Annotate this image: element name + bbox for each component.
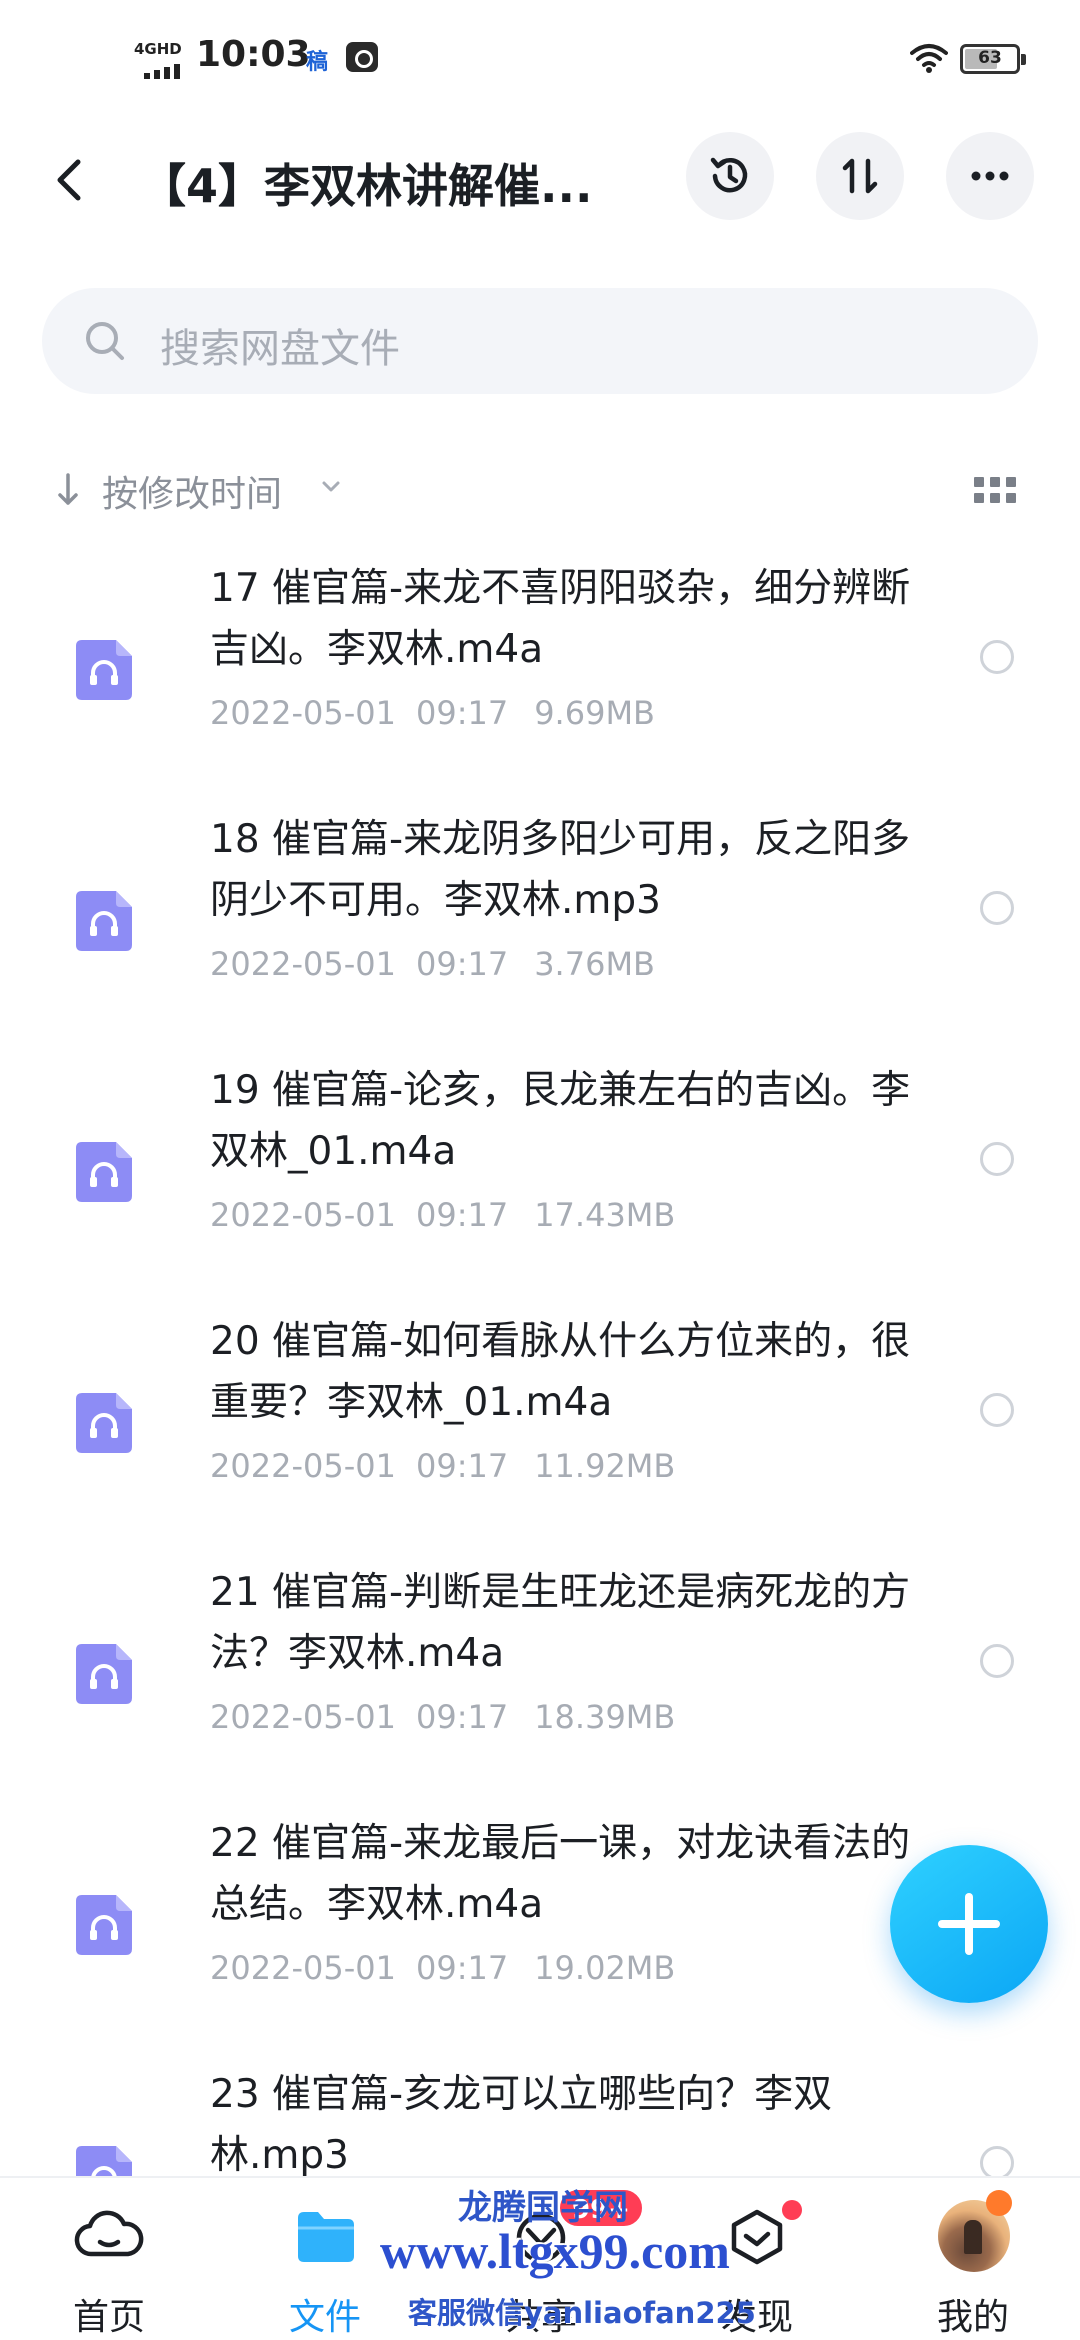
- file-row[interactable]: 21 催官篇-判断是生旺龙还是病死龙的方法？李双林.m4a 2022-05-01 0…: [0, 1552, 1080, 1803]
- discover-icon: [731, 2209, 783, 2265]
- file-date: 2022-05-01: [210, 1196, 396, 1234]
- file-name: 21 催官篇-判断是生旺龙还是病死龙的方法？李双林.m4a: [210, 1570, 911, 1676]
- nav-me[interactable]: 我的: [898, 2178, 1048, 2340]
- nav-discover[interactable]: 发现: [682, 2178, 832, 2340]
- grid-view-icon[interactable]: [974, 477, 1018, 507]
- file-row[interactable]: 19 催官篇-论亥，艮龙兼左右的吉凶。李双林_01.m4a 2022-05-01 0…: [0, 1050, 1080, 1301]
- nav-home[interactable]: 首页: [34, 2178, 184, 2340]
- audio-file-icon: [76, 1142, 132, 1202]
- battery-level: 63: [978, 48, 1002, 68]
- file-size: 18.39MB: [534, 1698, 676, 1736]
- file-size: 19.02MB: [534, 1949, 676, 1987]
- file-time: 09:17: [415, 1447, 509, 1485]
- bottom-nav: 首页 文件 99+ 共享 发现 我的: [0, 2176, 1080, 2340]
- search-placeholder: 搜索网盘文件: [160, 326, 400, 372]
- nav-files[interactable]: 文件: [250, 2178, 400, 2340]
- sort-swap-icon: [842, 158, 878, 194]
- file-meta: 2022-05-01 09:17 19.02MB: [210, 1949, 675, 1987]
- discover-dot: [782, 2200, 802, 2220]
- file-time: 09:17: [415, 694, 509, 732]
- file-time: 09:17: [415, 945, 509, 983]
- file-size: 3.76MB: [534, 945, 655, 983]
- folder-icon: [298, 2212, 354, 2262]
- more-button[interactable]: [946, 132, 1034, 220]
- more-icon: [971, 171, 1009, 181]
- select-checkbox[interactable]: [980, 640, 1014, 674]
- add-button[interactable]: [890, 1845, 1048, 2003]
- select-checkbox[interactable]: [980, 1142, 1014, 1176]
- back-arrow-icon[interactable]: [40, 148, 100, 212]
- file-name: 20 催官篇-如何看脉从什么方位来的，很重要？李双林_01.m4a: [210, 1319, 911, 1425]
- history-icon: [710, 157, 748, 193]
- select-checkbox[interactable]: [980, 891, 1014, 925]
- file-name: 17 催官篇-来龙不喜阴阳驳杂，细分辨断吉凶。李双林.m4a: [210, 566, 911, 672]
- file-name: 19 催官篇-论亥，艮龙兼左右的吉凶。李双林_01.m4a: [210, 1068, 911, 1174]
- file-name: 18 催官篇-来龙阴多阳少可用，反之阳多阴少不可用。李双林.mp3: [210, 817, 911, 923]
- file-date: 2022-05-01: [210, 945, 396, 983]
- page-title: 【4】李双林讲解催...: [140, 159, 593, 213]
- select-checkbox[interactable]: [980, 1644, 1014, 1678]
- search-icon: [86, 322, 124, 360]
- file-date: 2022-05-01: [210, 1447, 396, 1485]
- file-date: 2022-05-01: [210, 1698, 396, 1736]
- signal-icon: 4GHD: [134, 40, 186, 79]
- file-date: 2022-05-01: [210, 694, 396, 732]
- select-checkbox[interactable]: [980, 1393, 1014, 1427]
- audio-file-icon: [76, 1895, 132, 1955]
- file-meta: 2022-05-01 09:17 18.39MB: [210, 1698, 675, 1736]
- file-meta: 2022-05-01 09:17 11.92MB: [210, 1447, 675, 1485]
- file-size: 9.69MB: [534, 694, 655, 732]
- audio-file-icon: [76, 640, 132, 700]
- share-badge: 99+: [558, 2188, 644, 2228]
- network-type: 4GHD: [134, 40, 182, 58]
- file-time: 09:17: [415, 1949, 509, 1987]
- file-row[interactable]: 17 催官篇-来龙不喜阴阳驳杂，细分辨断吉凶。李双林.m4a 2022-05-01…: [0, 548, 1080, 799]
- search-input[interactable]: 搜索网盘文件: [42, 288, 1038, 394]
- file-size: 17.43MB: [534, 1196, 676, 1234]
- sort-order-dropdown[interactable]: 按修改时间: [102, 465, 282, 517]
- status-time: 10:03: [196, 34, 311, 75]
- gallery-notification-icon: [346, 42, 378, 72]
- file-name: 23 催官篇-亥龙可以立哪些向？李双林.mp3: [210, 2072, 833, 2178]
- file-meta: 2022-05-01 09:17 17.43MB: [210, 1196, 675, 1234]
- file-meta: 2022-05-01 09:17 9.69MB: [210, 694, 655, 732]
- audio-file-icon: [76, 891, 132, 951]
- avatar-decoration-icon: [986, 2190, 1012, 2216]
- audio-file-icon: [76, 1393, 132, 1453]
- file-size: 11.92MB: [534, 1447, 676, 1485]
- history-button[interactable]: [686, 132, 774, 220]
- nav-home-label: 首页: [72, 2297, 145, 2338]
- nav-files-label: 文件: [288, 2297, 361, 2338]
- file-time: 09:17: [415, 1698, 509, 1736]
- status-bar: 4GHD 10:03 稿 63: [0, 0, 1080, 120]
- file-meta: 2022-05-01 09:17 3.76MB: [210, 945, 655, 983]
- sort-bar: 按修改时间: [0, 455, 1080, 525]
- file-row[interactable]: 18 催官篇-来龙阴多阳少可用，反之阳多阴少不可用。李双林.mp3 2022-05…: [0, 799, 1080, 1050]
- header: 【4】李双林讲解催...: [0, 130, 1080, 230]
- arrow-down-icon: [58, 473, 78, 505]
- select-checkbox[interactable]: [980, 2146, 1014, 2180]
- chevron-down-icon[interactable]: [320, 475, 342, 497]
- nav-me-label: 我的: [936, 2297, 1009, 2338]
- wifi-icon: [910, 44, 948, 73]
- audio-file-icon: [76, 1644, 132, 1704]
- file-time: 09:17: [415, 1196, 509, 1234]
- nav-share[interactable]: 99+ 共享: [466, 2178, 644, 2340]
- home-cloud-icon: [74, 2210, 144, 2257]
- file-date: 2022-05-01: [210, 1949, 396, 1987]
- file-name: 22 催官篇-来龙最后一课，对龙诀看法的总结。李双林.m4a: [210, 1821, 911, 1927]
- nav-discover-label: 发现: [720, 2297, 793, 2338]
- sort-toggle-button[interactable]: [816, 132, 904, 220]
- file-row[interactable]: 20 催官篇-如何看脉从什么方位来的，很重要？李双林_01.m4a 2022-05…: [0, 1301, 1080, 1552]
- nav-share-label: 共享: [504, 2297, 577, 2338]
- battery-icon: 63: [960, 44, 1026, 74]
- carrier-icon: 稿: [306, 50, 329, 75]
